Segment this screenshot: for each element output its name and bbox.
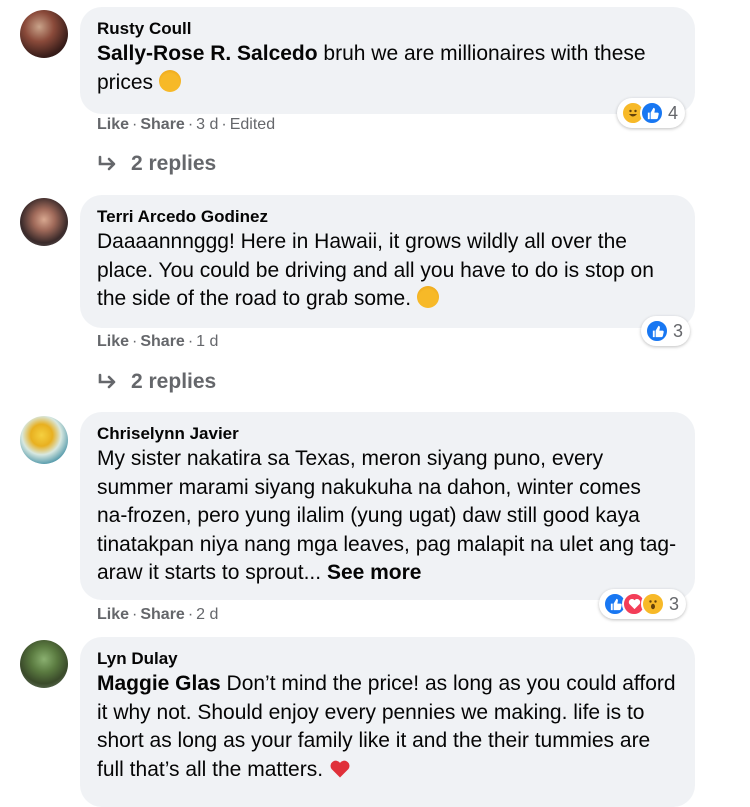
comment-bubble: Terri Arcedo Godinez Daaaannnggg! Here i… <box>80 195 695 328</box>
avatar[interactable] <box>20 10 68 58</box>
reply-arrow-icon <box>98 373 116 389</box>
view-replies-button[interactable]: 2 replies <box>97 152 216 176</box>
comment-text: Maggie Glas Don’t mind the price! as lon… <box>97 670 677 784</box>
avatar[interactable] <box>20 640 68 688</box>
comment-author[interactable]: Chriselynn Javier <box>97 423 677 445</box>
view-replies-button[interactable]: 2 replies <box>97 370 216 394</box>
mention-link[interactable]: Sally-Rose R. Salcedo <box>97 42 318 65</box>
replies-label: 2 replies <box>131 370 217 393</box>
like-button[interactable]: Like <box>97 606 129 623</box>
comment-actions: Like · Share · 2 d <box>97 606 219 623</box>
heart-emoji-icon <box>329 759 351 781</box>
wow-icon <box>641 592 665 616</box>
comment-actions: Like · Share · 3 d · Edited <box>97 116 276 133</box>
comment-time[interactable]: 2 d <box>196 606 218 623</box>
share-button[interactable]: Share <box>140 116 184 133</box>
comment-time[interactable]: 1 d <box>196 333 218 350</box>
like-button[interactable]: Like <box>97 333 129 350</box>
comment-actions: Like · Share · 1 d <box>97 333 219 350</box>
edited-label: Edited <box>229 116 276 133</box>
comment-body: Daaaannnggg! Here in Hawaii, it grows wi… <box>97 230 654 310</box>
reaction-count: 3 <box>669 593 680 614</box>
laughing-emoji-icon <box>158 69 181 92</box>
avatar[interactable] <box>20 198 68 246</box>
comment-author[interactable]: Terri Arcedo Godinez <box>97 206 677 228</box>
comment-text: My sister nakatira sa Texas, meron siyan… <box>97 445 677 588</box>
replies-label: 2 replies <box>131 152 217 175</box>
comment-text: Sally-Rose R. Salcedo bruh we are millio… <box>97 40 677 97</box>
grinning-emoji-icon <box>416 286 439 308</box>
see-more-link[interactable]: See more <box>327 561 422 584</box>
share-button[interactable]: Share <box>140 333 184 350</box>
mention-link[interactable]: Maggie Glas <box>97 672 221 695</box>
reactions-summary[interactable]: 3 <box>641 316 691 346</box>
comment-bubble: Chriselynn Javier My sister nakatira sa … <box>80 412 695 600</box>
comment-time[interactable]: 3 d <box>196 116 218 133</box>
like-icon <box>640 101 664 125</box>
avatar[interactable] <box>20 416 68 464</box>
share-button[interactable]: Share <box>140 606 184 623</box>
comment-text: Daaaannnggg! Here in Hawaii, it grows wi… <box>97 228 677 314</box>
reactions-summary[interactable]: 3 <box>599 589 687 619</box>
comment-author[interactable]: Lyn Dulay <box>97 648 677 670</box>
like-button[interactable]: Like <box>97 116 129 133</box>
reaction-count: 4 <box>668 102 679 123</box>
comment-author[interactable]: Rusty Coull <box>97 18 677 40</box>
comment-bubble: Lyn Dulay Maggie Glas Don’t mind the pri… <box>80 637 695 807</box>
reaction-count: 3 <box>673 320 684 341</box>
reactions-summary[interactable]: 4 <box>617 98 686 128</box>
like-icon <box>645 319 669 343</box>
reply-arrow-icon <box>98 155 116 171</box>
comment-bubble: Rusty Coull Sally-Rose R. Salcedo bruh w… <box>80 7 695 114</box>
